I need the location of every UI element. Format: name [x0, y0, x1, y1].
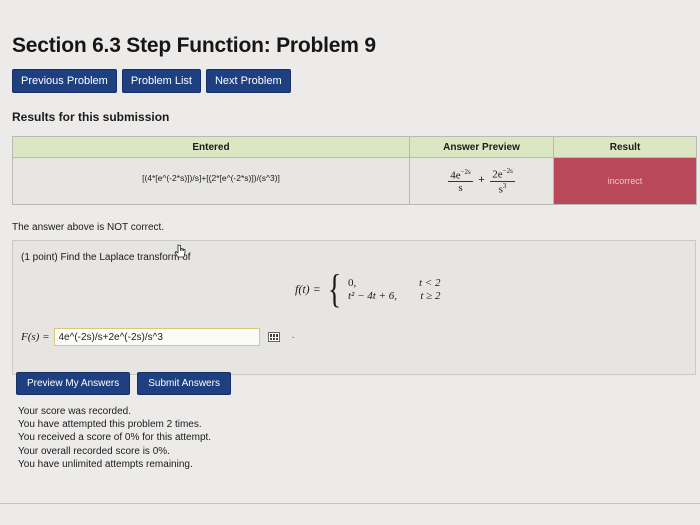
results-heading: Results for this submission [12, 110, 170, 124]
function-label: f(t) = [295, 281, 321, 296]
answer-input[interactable] [53, 328, 260, 346]
answer-preview-header: Answer Preview [409, 136, 554, 158]
preview-term2: 2e−2s s3 [490, 167, 515, 195]
preview-plus: + [478, 174, 485, 187]
answer-preview-cell: 4e−2s s + 2e−2s s3 [409, 157, 554, 205]
matrix-icon[interactable] [267, 332, 280, 342]
case2-condition: t ≥ 2 [420, 289, 441, 302]
score-line: You received a score of 0% for this atte… [18, 432, 212, 444]
entered-cell: [(4*[e^(-2*s)])/s]+[(2*[e^(-2*s)])/(s^3)… [12, 157, 410, 205]
problem-statement: (1 point) Find the Laplace transform of [21, 252, 191, 263]
dot-icon: · [291, 331, 295, 343]
problem-nav: Previous Problem Problem List Next Probl… [12, 69, 291, 93]
piecewise-function: f(t) = { 0, t < 2 t² − 4t + 6, t ≥ 2 [295, 269, 440, 309]
hand-cursor-icon [174, 244, 186, 258]
actions: Preview My Answers Submit Answers [16, 372, 231, 395]
status-message: The answer above is NOT correct. [12, 222, 165, 233]
next-problem-button[interactable]: Next Problem [205, 69, 291, 93]
preview-term1-den: s [458, 182, 463, 195]
answer-row: F(s) = · [21, 328, 295, 346]
entered-header: Entered [12, 136, 410, 158]
case2-value: t² − 4t + 6, [347, 289, 397, 302]
result-header: Result [553, 136, 697, 158]
previous-problem-button[interactable]: Previous Problem [12, 69, 117, 93]
answer-label: F(s) = [21, 331, 50, 343]
problem-list-button[interactable]: Problem List [121, 69, 201, 93]
score-line: Your overall recorded score is 0%. [18, 445, 170, 457]
preview-answers-button[interactable]: Preview My Answers [16, 372, 131, 395]
preview-term1: 4e−2s s [448, 167, 473, 195]
preview-term2-num: 2e [492, 168, 503, 181]
results-table: Entered Answer Preview Result [(4*[e^(-2… [12, 136, 697, 205]
divider [0, 503, 700, 504]
case1-value: 0, [347, 276, 357, 289]
score-messages: Your score was recorded. You have attemp… [18, 405, 211, 471]
score-line: You have attempted this problem 2 times. [18, 419, 202, 431]
preview-term1-exp: −2s [460, 167, 471, 176]
submit-answers-button[interactable]: Submit Answers [137, 372, 231, 395]
score-line: You have unlimited attempts remaining. [18, 458, 193, 470]
preview-term2-exp: −2s [502, 166, 513, 175]
preview-term2-den-exp: 3 [502, 181, 507, 190]
page-title: Section 6.3 Step Function: Problem 9 [12, 34, 376, 57]
result-cell: incorrect [553, 157, 697, 205]
result-status: incorrect [607, 176, 643, 186]
entered-mark: ˘ [209, 181, 213, 190]
score-line: Your score was recorded. [18, 406, 132, 417]
problem-box: (1 point) Find the Laplace transform of … [12, 240, 696, 375]
preview-term1-num: 4e [450, 169, 461, 182]
case1-condition: t < 2 [418, 276, 441, 289]
brace-icon: { [327, 266, 342, 311]
results-row: [(4*[e^(-2*s)])/s]+[(2*[e^(-2*s)])/(s^3)… [12, 157, 697, 205]
